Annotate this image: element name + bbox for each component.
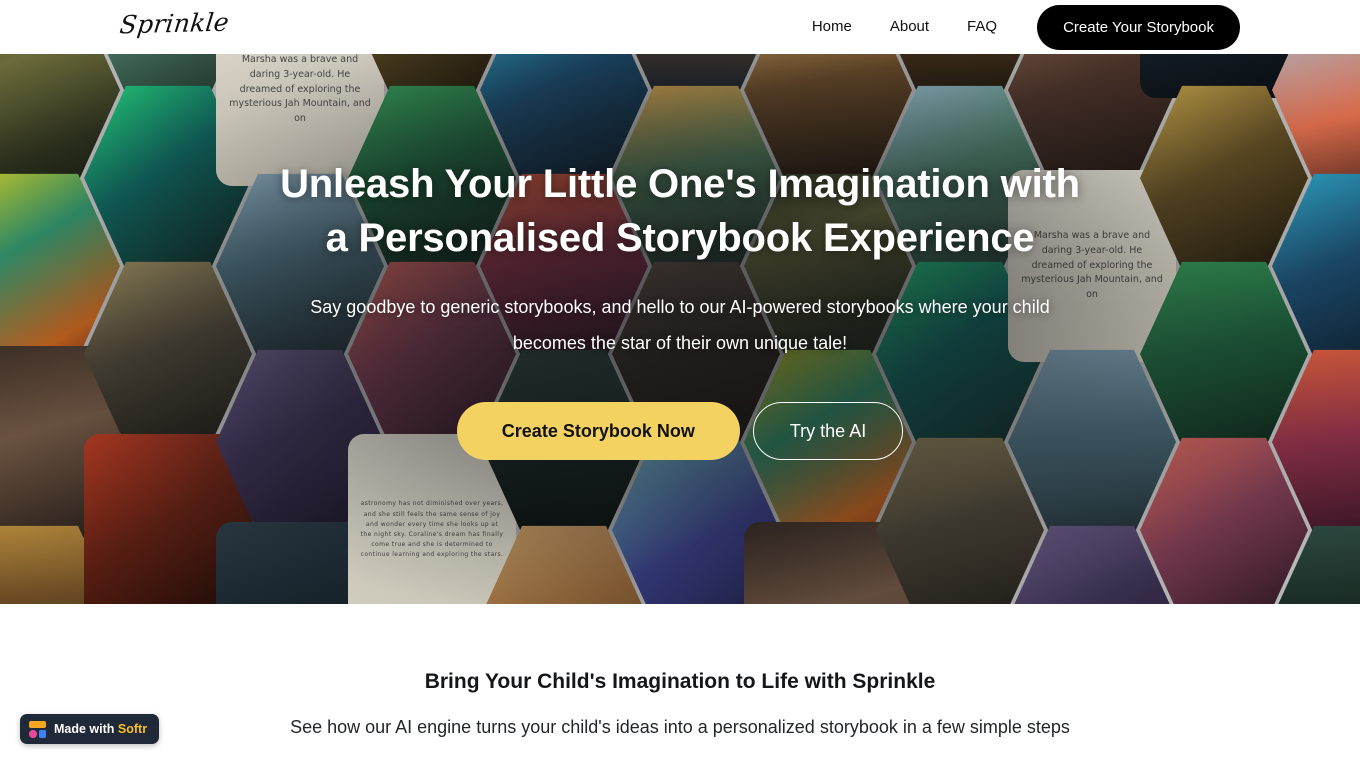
badge-prefix: Made with: [54, 722, 118, 736]
softr-logo-icon: [29, 720, 46, 738]
nav-item-home[interactable]: Home: [793, 0, 871, 54]
made-with-softr-label: Made with Softr: [54, 722, 147, 736]
section-subtitle: See how our AI engine turns your child's…: [290, 717, 1070, 737]
badge-brand: Softr: [117, 722, 148, 736]
nav-item-about[interactable]: About: [871, 0, 948, 54]
brand-logo[interactable]: Sprinkle: [118, 8, 230, 40]
section-title: Bring Your Child's Imagination to Life w…: [424, 670, 936, 693]
nav-item-faq[interactable]: FAQ: [948, 0, 1016, 54]
main-navigation: Home About FAQ Create Your Storybook: [793, 0, 1240, 54]
softr-logo-square: [38, 730, 46, 738]
hero-content: Unleash Your Little One's Imagination wi…: [0, 54, 1360, 604]
made-with-softr-badge[interactable]: Made with Softr: [20, 714, 160, 744]
hero-subtitle: Say goodbye to generic storybooks, and h…: [310, 297, 1050, 353]
how-it-works-section: Bring Your Child's Imagination to Life w…: [0, 604, 1360, 764]
softr-logo-bar: [29, 720, 46, 728]
hero-title: Unleash Your Little One's Imagination wi…: [280, 162, 1080, 260]
header-create-storybook-button[interactable]: Create Your Storybook: [1037, 4, 1240, 50]
create-storybook-now-button[interactable]: Create Storybook Now: [456, 402, 740, 460]
hero-section: Marsha was a brave and daring 3-year-old…: [0, 54, 1360, 604]
hero-cta-group: Create Storybook Now Try the AI: [456, 402, 904, 460]
site-header: Sprinkle Home About FAQ Create Your Stor…: [0, 0, 1360, 54]
softr-logo-dot: [29, 730, 37, 738]
try-the-ai-button[interactable]: Try the AI: [752, 402, 904, 460]
